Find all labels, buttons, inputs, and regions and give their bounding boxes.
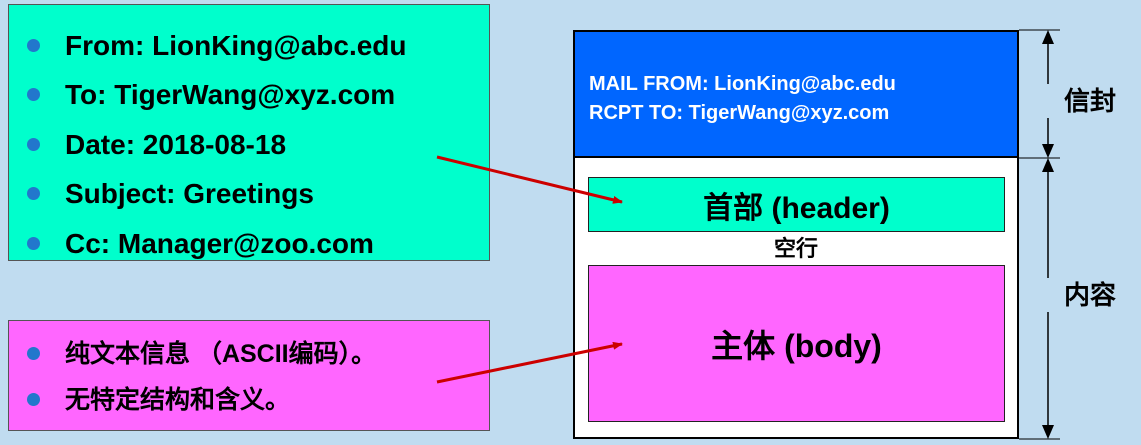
header-arrow	[436, 155, 623, 204]
side-label-content: 内容	[1040, 278, 1140, 312]
side-label-envelope: 信封	[1040, 84, 1140, 118]
body-arrow	[436, 341, 623, 384]
connector-arrows	[436, 29, 1060, 440]
